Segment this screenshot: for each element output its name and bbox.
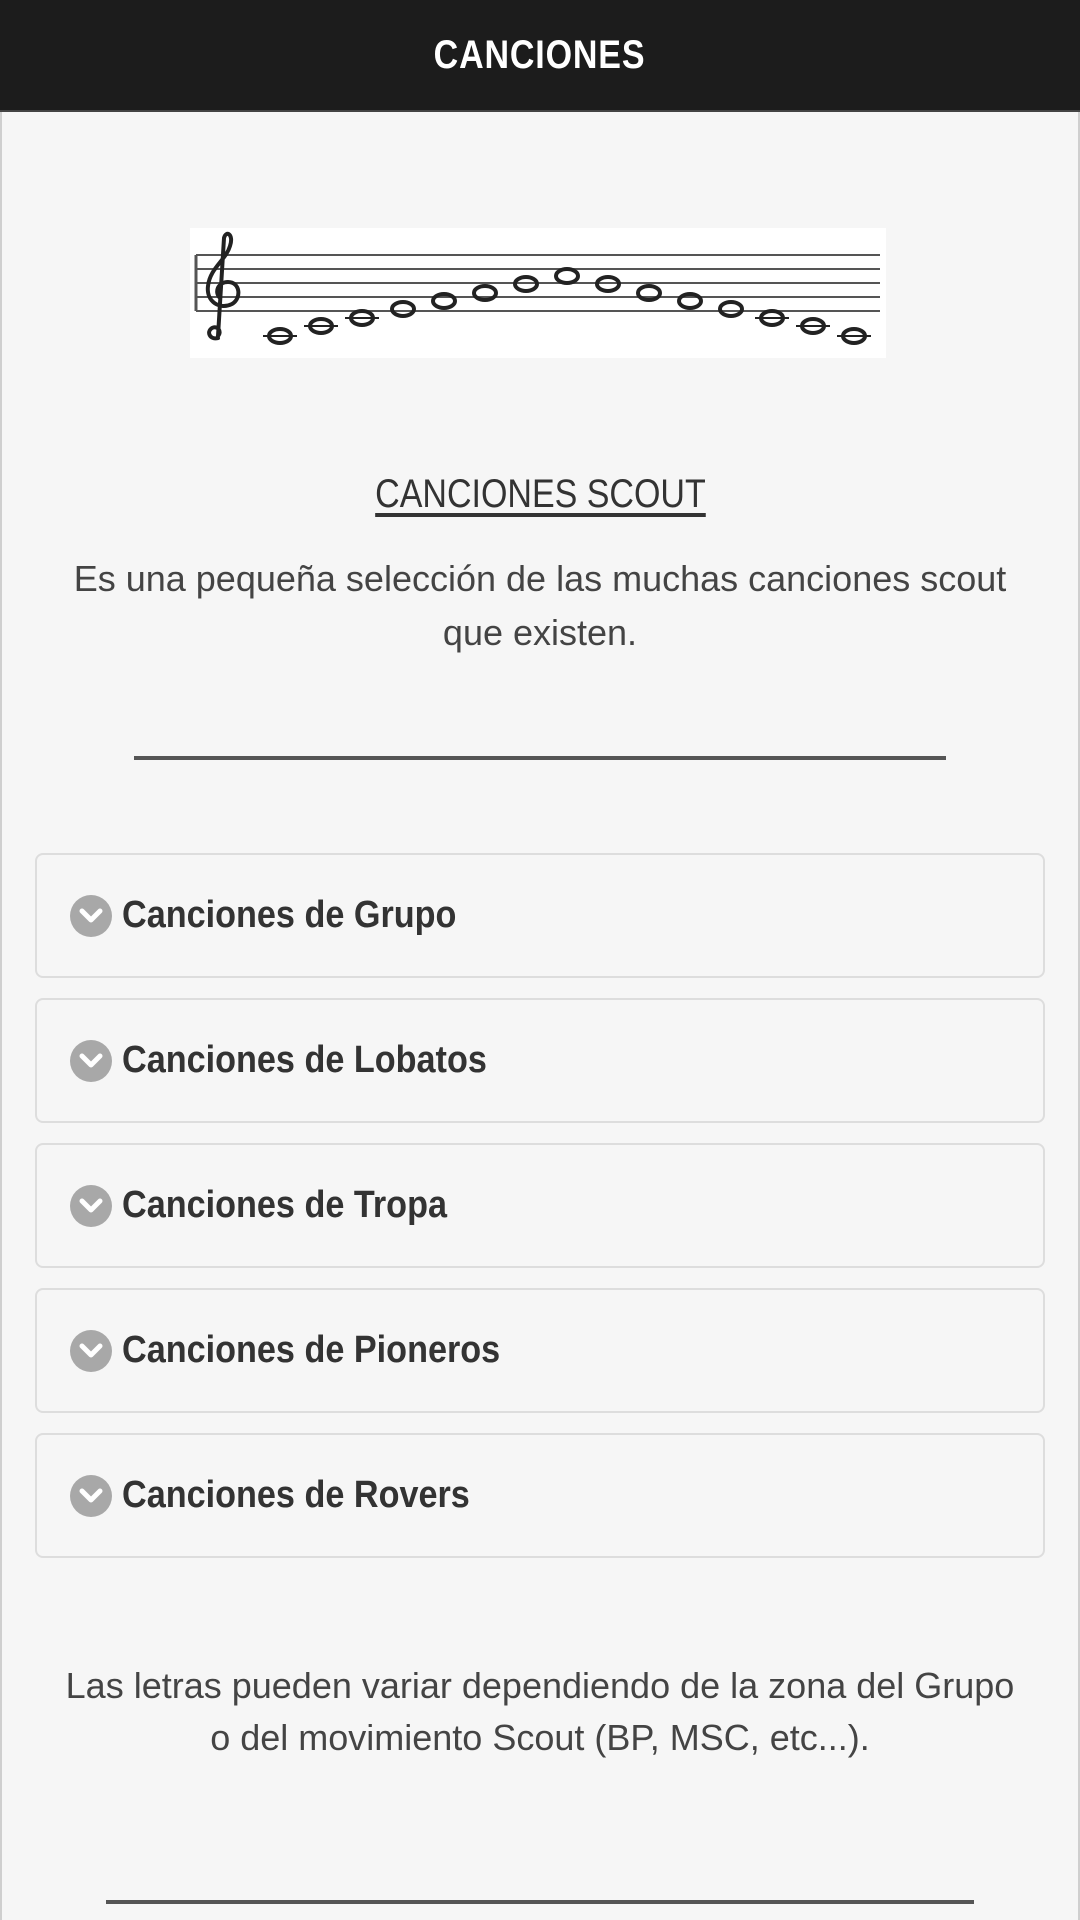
accordion-item-lobatos[interactable]: Canciones de Lobatos	[35, 998, 1045, 1123]
accordion-item-label: Canciones de Tropa	[122, 1184, 447, 1226]
divider-bottom	[106, 1900, 974, 1904]
page-title: CANCIONES	[434, 32, 646, 77]
accordion-item-label: Canciones de Rovers	[122, 1474, 470, 1516]
accordion-item-pioneros[interactable]: Canciones de Pioneros	[35, 1288, 1045, 1413]
accordion-item-label: Canciones de Grupo	[122, 894, 457, 936]
accordion-item-tropa[interactable]: Canciones de Tropa	[35, 1143, 1045, 1268]
section-title: CANCIONES SCOUT	[374, 472, 706, 516]
staff-note	[390, 300, 416, 318]
chevron-down-icon	[70, 1474, 112, 1517]
staff-note	[554, 267, 580, 285]
song-categories-accordion: Canciones de Grupo Canciones de Lobatos …	[35, 853, 1045, 1578]
music-staff-banner	[190, 228, 886, 358]
chevron-down-icon	[70, 1039, 112, 1082]
accordion-item-label: Canciones de Pioneros	[122, 1329, 501, 1371]
music-staff-icon	[194, 231, 880, 345]
chevron-down-icon	[70, 1184, 112, 1227]
accordion-item-grupo[interactable]: Canciones de Grupo	[35, 853, 1045, 978]
footer-note: Las letras pueden variar dependiendo de …	[65, 1665, 1015, 1758]
chevron-down-icon	[70, 894, 112, 937]
chevron-down-icon	[70, 1329, 112, 1372]
header-bar: CANCIONES	[0, 0, 1080, 112]
divider-top	[134, 756, 946, 760]
intro-text: Es una pequeña selección de las muchas c…	[73, 558, 1007, 653]
staff-note	[718, 300, 744, 318]
accordion-item-label: Canciones de Lobatos	[122, 1039, 487, 1081]
accordion-item-rovers[interactable]: Canciones de Rovers	[35, 1433, 1045, 1558]
